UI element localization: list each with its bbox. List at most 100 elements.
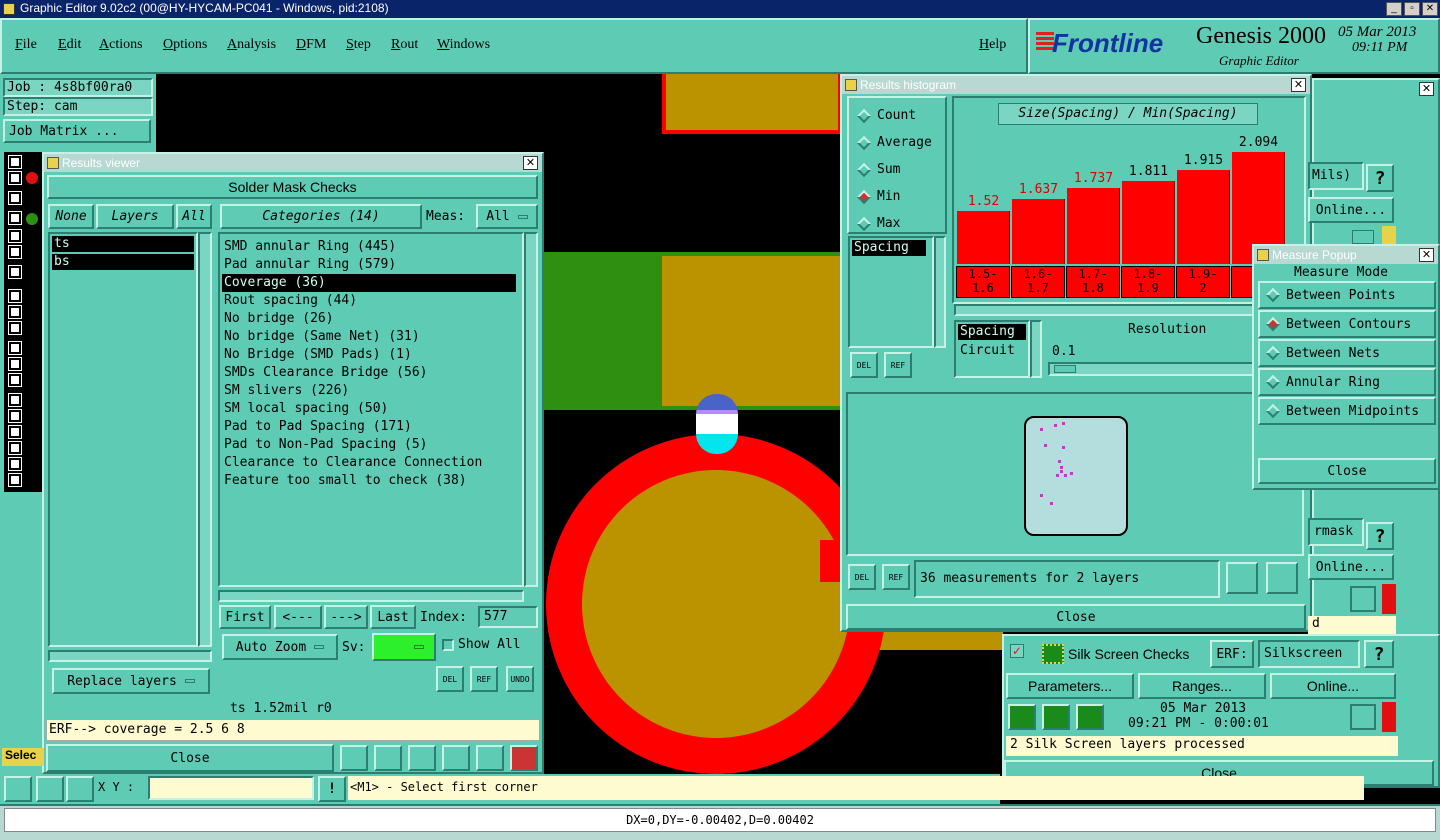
layer-toggle[interactable] — [8, 409, 22, 423]
menu-file[interactable]: File — [15, 37, 37, 53]
results-viewer-close-icon[interactable]: ✕ — [523, 156, 538, 170]
layer-toggle[interactable] — [8, 425, 22, 439]
silk-checkmark-icon[interactable]: ✓ — [1010, 644, 1024, 658]
layer-toggle[interactable] — [8, 191, 22, 205]
measurement-dot[interactable] — [1070, 472, 1073, 475]
measurement-dot[interactable] — [1060, 466, 1063, 469]
layer-item-ts[interactable]: ts — [52, 236, 194, 252]
categories-button[interactable]: Categories (14) — [220, 204, 422, 229]
xy-field[interactable] — [148, 776, 314, 800]
categories-vscrollbar[interactable] — [524, 232, 538, 587]
mode-radio-average[interactable]: Average — [856, 129, 935, 156]
category-item[interactable]: Clearance to Clearance Connection — [222, 454, 516, 472]
mode-radio-min[interactable]: Min — [856, 183, 935, 210]
measurement-dot[interactable] — [1050, 502, 1053, 505]
histogram-del-button[interactable]: DEL — [850, 352, 878, 378]
layer-toggle[interactable] — [8, 245, 22, 259]
layer-toggle[interactable] — [8, 289, 22, 303]
categories-hscrollbar[interactable] — [218, 590, 524, 602]
mode-radio-max[interactable]: Max — [856, 210, 935, 237]
measure-option-between-contours[interactable]: Between Contours — [1258, 310, 1436, 338]
tool-icon-4[interactable] — [442, 745, 470, 771]
layers-none-button[interactable]: None — [48, 204, 94, 229]
show-all-checkbox[interactable] — [442, 639, 454, 651]
results-viewer-close-button[interactable]: Close — [46, 744, 334, 772]
measurement-dot[interactable] — [1040, 494, 1043, 497]
layer-toggle[interactable] — [8, 341, 22, 355]
silk-ranges-button[interactable]: Ranges... — [1138, 673, 1266, 699]
right-online-button-2[interactable]: Online... — [1308, 554, 1394, 580]
meas-dropdown[interactable]: All — [476, 204, 538, 229]
measure-option-between-midpoints[interactable]: Between Midpoints — [1258, 397, 1436, 425]
sv-color-dropdown[interactable] — [372, 633, 436, 661]
menu-step[interactable]: Step — [346, 37, 371, 53]
menu-options[interactable]: Options — [163, 37, 207, 53]
map-del-button[interactable]: DEL — [848, 564, 876, 590]
last-button[interactable]: Last — [370, 605, 416, 629]
undo-button[interactable]: UNDO — [506, 666, 534, 692]
layer-toggle[interactable] — [8, 171, 22, 185]
layer-toggle[interactable] — [8, 373, 22, 387]
category-item[interactable]: SMD annular Ring (445) — [222, 238, 516, 256]
histogram-bar[interactable] — [1012, 199, 1065, 264]
layers-hscrollbar[interactable] — [48, 650, 212, 662]
measure-option-annular-ring[interactable]: Annular Ring — [1258, 368, 1436, 396]
category-item[interactable]: Rout spacing (44) — [222, 292, 516, 310]
tool-icon-1[interactable] — [340, 745, 368, 771]
job-matrix-button[interactable]: Job Matrix ... — [3, 119, 151, 143]
histogram-bar[interactable] — [1177, 170, 1230, 264]
histogram-close-button[interactable]: Close — [846, 604, 1306, 630]
resolution-slider-handle[interactable] — [1054, 365, 1076, 373]
measure-option-between-points[interactable]: Between Points — [1258, 281, 1436, 309]
measurement-dot[interactable] — [1062, 446, 1065, 449]
mode-radio-count[interactable]: Count — [856, 102, 935, 129]
layer-toggle[interactable] — [8, 155, 22, 169]
measurement-dot[interactable] — [1056, 474, 1059, 477]
prev-button[interactable]: <--- — [274, 605, 322, 629]
category-item[interactable]: Feature too small to check (38) — [222, 472, 516, 490]
measurement-dot[interactable] — [1054, 424, 1057, 427]
angle-tool-icon[interactable] — [36, 776, 64, 802]
silk-help-button[interactable]: ? — [1364, 640, 1394, 668]
pointer-tool-icon[interactable] — [4, 776, 32, 802]
menu-actions[interactable]: Actions — [99, 37, 143, 53]
menu-dfm[interactable]: DFM — [296, 37, 326, 53]
tool-icon-5[interactable] — [476, 745, 504, 771]
alert-icon[interactable]: ! — [318, 776, 346, 802]
menu-rout[interactable]: Rout — [391, 37, 418, 53]
close-button[interactable]: ✕ — [1422, 2, 1438, 16]
category-item[interactable]: Pad to Non-Pad Spacing (5) — [222, 436, 516, 454]
right-zoom-icon-2[interactable] — [1350, 586, 1376, 612]
layers-all-button[interactable]: All — [176, 204, 212, 229]
menu-edit[interactable]: Edit — [58, 37, 81, 53]
layer-item-bs[interactable]: bs — [52, 254, 194, 270]
del-button[interactable]: DEL — [436, 666, 464, 692]
measure-popup-close-button[interactable]: Close — [1258, 458, 1436, 484]
silk-parameters-button[interactable]: Parameters... — [1006, 673, 1134, 699]
measurement-dot[interactable] — [1058, 460, 1061, 463]
silk-run-icon-3[interactable] — [1076, 704, 1104, 730]
category-item[interactable]: Pad annular Ring (579) — [222, 256, 516, 274]
menu-help[interactable]: Help — [979, 37, 1006, 53]
histogram-range-label[interactable]: 1.5- 1.6 — [956, 266, 1010, 298]
category-item[interactable]: Pad to Pad Spacing (171) — [222, 418, 516, 436]
chart-icon[interactable] — [510, 745, 538, 771]
layer-toggle[interactable] — [8, 473, 22, 487]
histogram-bar[interactable] — [1067, 188, 1120, 264]
histogram-list-scroll[interactable] — [934, 236, 946, 348]
zoom-area-icon[interactable] — [1266, 562, 1298, 594]
tool-icon-3[interactable] — [408, 745, 436, 771]
layer-color-green[interactable] — [26, 213, 38, 225]
silk-zoom-icon[interactable] — [1350, 704, 1376, 730]
index-field[interactable]: 577 — [478, 606, 538, 628]
right-panel-close-icon[interactable]: ✕ — [1419, 82, 1434, 96]
category-item[interactable]: No bridge (26) — [222, 310, 516, 328]
measurement-dot[interactable] — [1044, 444, 1047, 447]
lower-list-spacing[interactable]: Spacing — [958, 324, 1026, 340]
measure-option-between-nets[interactable]: Between Nets — [1258, 339, 1436, 367]
lower-list-scroll[interactable] — [1030, 320, 1042, 378]
histogram-bar[interactable] — [1122, 181, 1175, 264]
layers-vscrollbar[interactable] — [198, 232, 212, 647]
right-zoom-icon-1[interactable] — [1352, 230, 1374, 244]
menu-analysis[interactable]: Analysis — [227, 37, 276, 53]
